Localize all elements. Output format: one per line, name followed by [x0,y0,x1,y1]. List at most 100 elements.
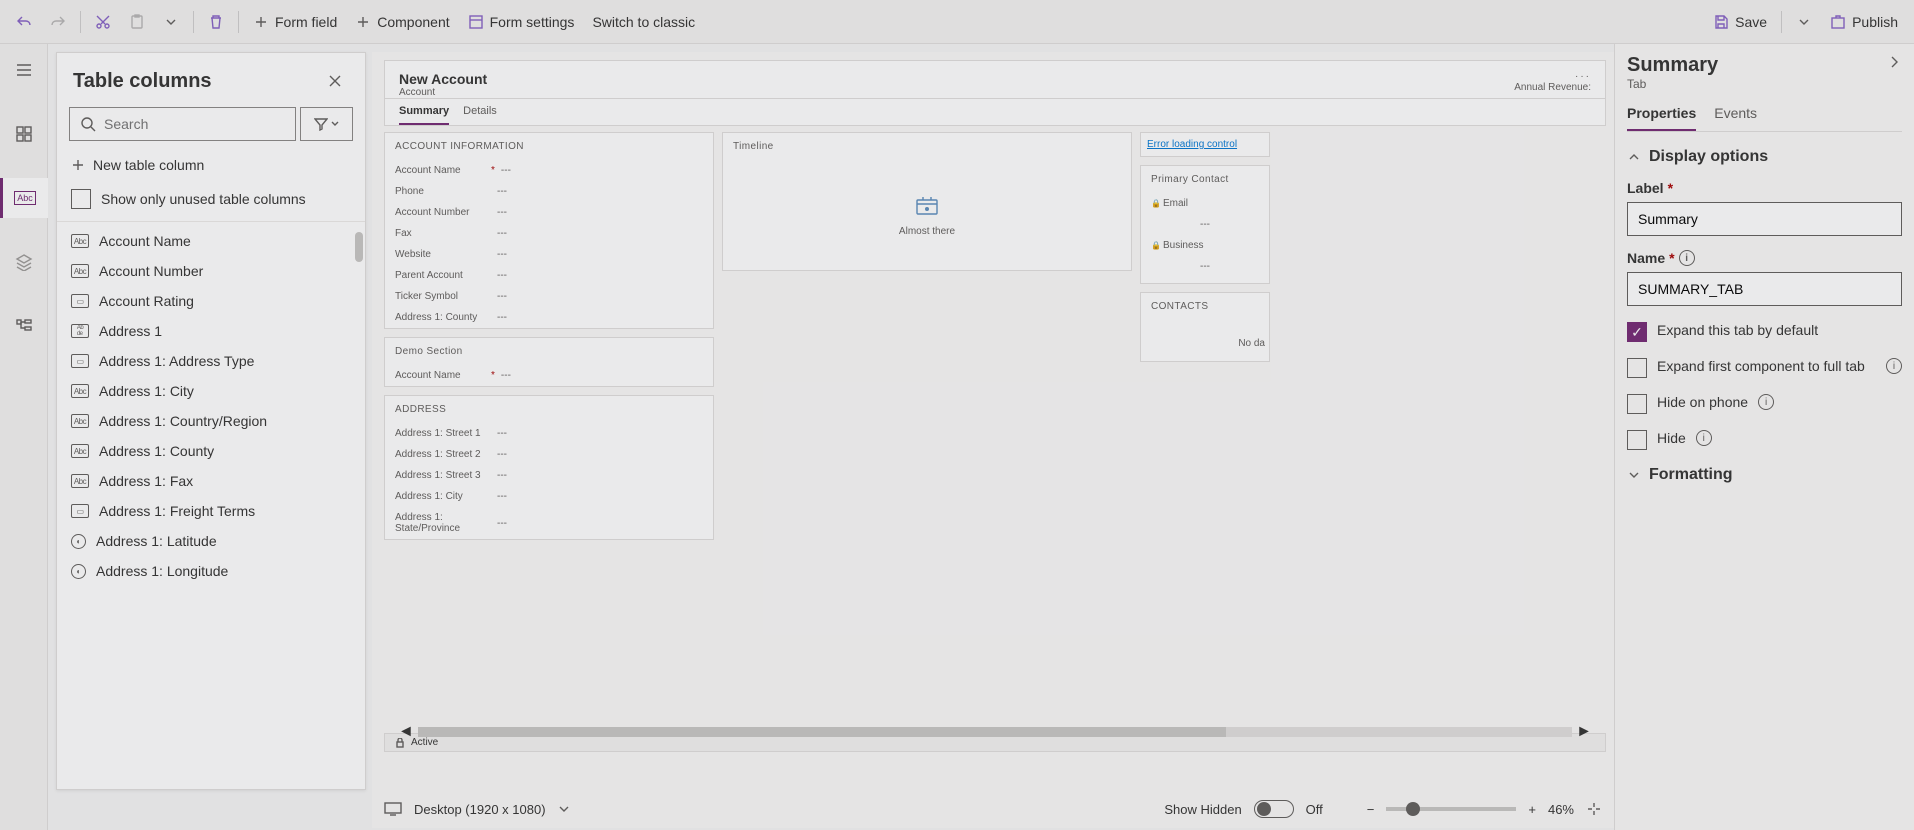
layers-rail-button[interactable] [4,242,44,282]
list-item[interactable]: ◐Address 1: Longitude [57,556,365,586]
form-tabs: Summary Details [384,99,1606,126]
section-account-information[interactable]: ACCOUNT INFORMATION Account Name*---Phon… [384,132,714,329]
name-input[interactable] [1627,272,1902,306]
chevron-down-icon[interactable] [558,803,570,815]
list-item[interactable]: AbdeAddress 1 [57,316,365,346]
undo-button[interactable] [8,8,40,36]
form-field[interactable]: Website--- [385,244,713,265]
contacts-card[interactable]: CONTACTS No da [1140,292,1270,362]
chevron-right-icon[interactable] [1886,54,1902,70]
info-icon[interactable]: i [1758,394,1774,410]
cut-button[interactable] [87,8,119,36]
panel-title: Table columns [73,70,212,93]
list-item[interactable]: ▭Address 1: Address Type [57,346,365,376]
form-field[interactable]: Address 1: State/Province--- [385,507,713,539]
section-timeline[interactable]: Timeline Almost there [722,132,1132,271]
zoom-slider[interactable] [1386,807,1516,811]
delete-button[interactable] [200,8,232,36]
search-icon [80,116,96,132]
list-item[interactable]: AbcAddress 1: Country/Region [57,406,365,436]
list-item[interactable]: AbcAccount Number [57,256,365,286]
list-item[interactable]: ▭Address 1: Freight Terms [57,496,365,526]
form-settings-button[interactable]: Form settings [460,8,583,36]
label-input[interactable] [1627,202,1902,236]
form-field[interactable]: Account Number--- [385,202,713,223]
formatting-header[interactable]: Formatting [1627,466,1902,484]
paste-button[interactable] [121,8,153,36]
table-columns-rail-button[interactable]: Abc [0,178,48,218]
redo-button[interactable] [42,8,74,36]
show-unused-checkbox[interactable] [71,189,91,209]
form-header[interactable]: New Account Account ··· Annual Revenue: [384,60,1606,99]
paste-chevron[interactable] [155,8,187,36]
form-field[interactable]: Fax--- [385,223,713,244]
hide-checkbox[interactable] [1627,430,1647,450]
form-field[interactable]: Account Name*--- [385,160,713,181]
expand-first-checkbox[interactable] [1627,358,1647,378]
switch-to-classic-button[interactable]: Switch to classic [584,8,703,36]
toggle-state: Off [1306,802,1323,817]
list-item[interactable]: AbcAddress 1: Fax [57,466,365,496]
list-item[interactable]: ◐Address 1: Latitude [57,526,365,556]
save-button[interactable]: Save [1705,8,1775,36]
new-table-column-button[interactable]: New table column [57,149,365,181]
form-field[interactable]: Address 1: Street 2--- [385,444,713,465]
info-icon[interactable]: i [1886,358,1902,374]
form-field[interactable]: Account Name*--- [385,365,713,386]
canvas-footer: Desktop (1920 x 1080) Show Hidden Off − … [372,790,1614,828]
tab-properties[interactable]: Properties [1627,105,1696,131]
filter-button[interactable] [300,107,353,141]
timeline-text: Almost there [899,226,955,237]
section-demo[interactable]: Demo Section Account Name*--- [384,337,714,387]
tab-events[interactable]: Events [1714,105,1757,131]
hamburger-icon[interactable] [4,50,44,90]
form-field[interactable]: Parent Account--- [385,265,713,286]
add-form-field-button[interactable]: Form field [245,8,345,36]
form-canvas: New Account Account ··· Annual Revenue: … [372,52,1614,790]
device-icon [384,802,402,816]
command-bar: Form field Component Form settings Switc… [0,0,1914,44]
expand-default-checkbox[interactable]: ✓ [1627,322,1647,342]
form-field[interactable]: Address 1: Street 1--- [385,423,713,444]
list-item[interactable]: ▭Account Rating [57,286,365,316]
scrollbar-thumb[interactable] [355,232,363,262]
fit-icon[interactable] [1586,801,1602,817]
hide-phone-checkbox[interactable] [1627,394,1647,414]
tree-rail-button[interactable] [4,306,44,346]
primary-contact-card[interactable]: Primary Contact Email --- Business --- [1140,165,1270,284]
form-field[interactable]: Address 1: County--- [385,307,713,328]
name-field-label: Name* i [1627,250,1902,266]
properties-panel: Summary Tab Properties Events Display op… [1614,44,1914,830]
list-item[interactable]: AbcAccount Name [57,226,365,256]
search-input[interactable] [104,116,285,132]
zoom-value: 46% [1548,802,1574,817]
show-hidden-toggle[interactable] [1254,800,1294,818]
save-chevron[interactable] [1788,8,1820,36]
expand-default-label: Expand this tab by default [1657,322,1818,338]
form-field[interactable]: Phone--- [385,181,713,202]
components-rail-button[interactable] [4,114,44,154]
publish-button[interactable]: Publish [1822,8,1906,36]
tab-summary[interactable]: Summary [399,105,449,125]
search-input-wrapper[interactable] [69,107,296,141]
form-field[interactable]: Address 1: Street 3--- [385,465,713,486]
form-entity: Account [399,87,487,98]
add-component-button[interactable]: Component [347,8,457,36]
list-item[interactable]: AbcAddress 1: City [57,376,365,406]
info-icon[interactable]: i [1679,250,1695,266]
zoom-in-button[interactable]: + [1528,802,1536,817]
display-options-header[interactable]: Display options [1627,148,1902,166]
form-field[interactable]: Address 1: City--- [385,486,713,507]
zoom-out-button[interactable]: − [1367,802,1375,817]
info-icon[interactable]: i [1696,430,1712,446]
viewport-label[interactable]: Desktop (1920 x 1080) [414,802,546,817]
section-address[interactable]: ADDRESS Address 1: Street 1---Address 1:… [384,395,714,540]
annual-revenue-label: Annual Revenue: [1514,82,1591,93]
tab-details[interactable]: Details [463,105,497,125]
error-loading-link[interactable]: Error loading control [1141,135,1269,154]
hide-phone-label: Hide on phone [1657,394,1748,410]
close-panel-button[interactable] [321,67,349,95]
list-item[interactable]: AbcAddress 1: County [57,436,365,466]
form-field[interactable]: Ticker Symbol--- [385,286,713,307]
horizontal-scrollbar[interactable]: ◄ ► [394,726,1596,738]
